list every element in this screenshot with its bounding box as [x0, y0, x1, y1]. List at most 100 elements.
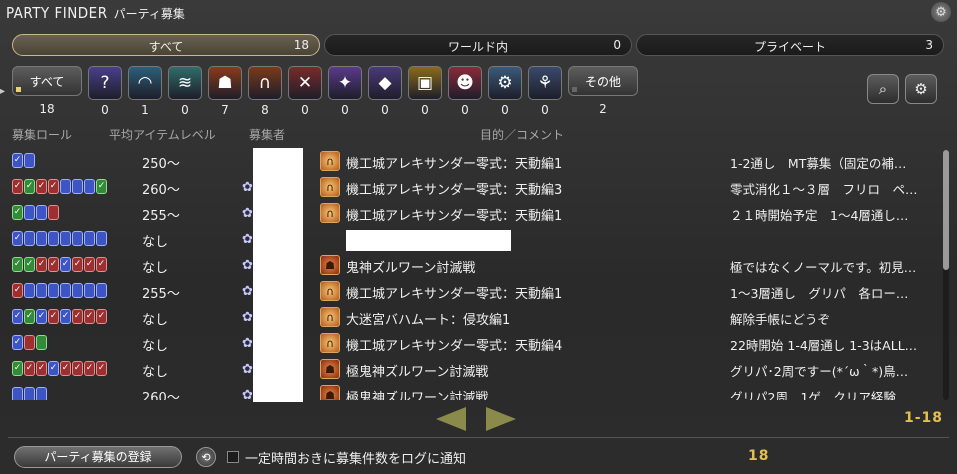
tank-role-icon	[24, 387, 35, 400]
dps-role-icon: ✓	[96, 257, 107, 272]
guildhest-icon: ≋	[168, 66, 202, 100]
tank-role-icon	[24, 153, 35, 168]
filter-dungeon-button[interactable]: ◠ 1	[128, 66, 162, 120]
duty-filter-bar: すべて 18? 0 ◠ 1 ≋ 0 ☗ 7 ∩ 8 ✕ 0 ✦ 0 ◆ 0 ▣ 0 ☻ 0 ⚙ 0 ⚘ 0 その他 2	[12, 66, 638, 120]
tank-role-icon	[24, 283, 35, 298]
role-slots: ✓	[12, 283, 107, 298]
filter-trial-button[interactable]: ☗ 7	[208, 66, 242, 120]
filter-label: その他	[568, 66, 638, 96]
dungeon-icon: ◠	[128, 66, 162, 100]
listing-row[interactable]: ✓ なし ✿ ∩ 機工城アレキサンダー零式：天動編4 22時開始 1-4層通し 1-3はA…	[8, 330, 940, 356]
tab-count: 0	[613, 38, 621, 52]
tab-all[interactable]: すべて 18	[12, 34, 320, 56]
filter-count: 0	[501, 103, 509, 117]
healer-role-icon: ✓	[96, 179, 107, 194]
tank-role-icon	[72, 179, 83, 194]
tab-private[interactable]: プライベート 3	[636, 34, 944, 56]
item-level: 260～	[142, 183, 180, 198]
recruiter-world-icon: ✿	[242, 336, 253, 351]
listing-row[interactable]: ✓ ✓ ✓ ✓ ✓ ✓ ✓ ✓ なし ✿ ☗ 鬼神ズルワーン討滅戦 極ではなくノーマルです。初見…	[8, 252, 940, 278]
close-icon[interactable]: ⚙	[931, 2, 951, 22]
filter-quest-battle-button[interactable]: ✦ 0	[328, 66, 362, 120]
column-role: 募集ロール	[12, 128, 73, 142]
raid-duty-icon: ∩	[320, 307, 340, 327]
tool-buttons: ⌕ ⚙	[867, 74, 937, 104]
unknown-duty-icon: ?	[88, 66, 122, 100]
dps-role-icon: ✓	[12, 179, 23, 194]
list-header: 募集ロール 平均アイテムレベル 募集者 目的／コメント	[12, 126, 942, 142]
role-slots: ✓ ✓ ✓ ✓ ✓ ✓ ✓ ✓	[12, 257, 107, 272]
tank-role-icon	[48, 283, 59, 298]
trial-icon: ☗	[208, 66, 242, 100]
scrollbar-thumb[interactable]	[943, 150, 949, 270]
window-title: PARTY FINDER パーティ募集	[6, 4, 185, 26]
role-slots: ✓	[12, 335, 47, 350]
raid-duty-icon: ∩	[320, 177, 340, 197]
recruiter-world-icon: ✿	[242, 180, 253, 195]
tank-role-icon	[60, 283, 71, 298]
listing-row[interactable]: ✓ ✓ ✓ ✓ ✓ ✓ ✓ ✓ なし ✿ ☗ 極鬼神ズルワーン討滅戦 グリパ･2周ですー(*´ω｀*)鳥…	[8, 356, 940, 382]
filter-guildhest-button[interactable]: ≋ 0	[168, 66, 202, 120]
filter-fate-button[interactable]: ◆ 0	[368, 66, 402, 120]
next-page-icon[interactable]	[486, 407, 516, 431]
tank-role-icon	[84, 231, 95, 246]
total-count: 18	[748, 448, 770, 464]
filter-the-hunt-button[interactable]: ☻ 0	[448, 66, 482, 120]
selected-dot-icon	[16, 87, 21, 92]
filter-other-button[interactable]: その他 2	[568, 66, 638, 120]
dps-role-icon: ✓	[84, 257, 95, 272]
tank-role-icon: ✓	[48, 361, 59, 376]
dps-role-icon: ✓	[84, 309, 95, 324]
tank-role-icon	[12, 387, 23, 400]
register-recruitment-button[interactable]: パーティ募集の登録	[14, 446, 182, 468]
filter-label: すべて	[12, 66, 82, 96]
tab-label: すべて	[148, 40, 184, 54]
listing-row[interactable]: ✓ ✓ ✓ ✓ ✓ ✓ ✓ ✓ なし ✿ ∩ 大迷宮バハムート：侵攻編1 解除手帳にどうぞ	[8, 304, 940, 330]
listing-row[interactable]: ✓ ✓ ✓ ✓ ✓ 260～ ✿ ∩ 機工城アレキサンダー零式：天動編3 零式消化１～３層 フリロ…	[8, 174, 940, 200]
tab-world[interactable]: ワールド内 0	[324, 34, 632, 56]
tank-role-icon: ✓	[12, 231, 23, 246]
treasure-hunt-icon: ▣	[408, 66, 442, 100]
tab-label: ワールド内	[447, 40, 508, 54]
refresh-icon[interactable]: ⟲	[196, 447, 216, 467]
listing-comment: 1～3層通し グリパ 各ロー…	[730, 286, 909, 301]
notify-checkbox[interactable]	[227, 451, 239, 463]
filter-unknown-duty-button[interactable]: ? 0	[88, 66, 122, 120]
role-slots: ✓	[12, 205, 59, 220]
filter-treasure-hunt-button[interactable]: ▣ 0	[408, 66, 442, 120]
listing-row[interactable]: 260～ ✿ ☗ 極鬼神ズルワーン討滅戦 グリパ2周 1ゲ クリア経験…	[8, 382, 940, 400]
role-slots: ✓	[12, 231, 107, 246]
filter-raid-button[interactable]: ∩ 8	[248, 66, 282, 120]
filter-deep-dungeon-button[interactable]: ⚘ 0	[528, 66, 562, 120]
dps-role-icon: ✓	[72, 257, 83, 272]
listing-comment: 解除手帳にどうぞ	[730, 312, 831, 327]
dps-role-icon	[24, 335, 35, 350]
item-level: なし	[142, 261, 169, 276]
raid-duty-icon: ∩	[320, 151, 340, 171]
filter-count: 2	[599, 102, 607, 116]
listing-row[interactable]: ✓ 255～ ✿ ∩ 機工城アレキサンダー零式：天動編1 1～3層通し グリパ 各ロー…	[8, 278, 940, 304]
trial-duty-icon: ☗	[320, 385, 340, 400]
healer-role-icon: ✓	[24, 309, 35, 324]
role-slots: ✓ ✓ ✓ ✓ ✓	[12, 179, 107, 194]
filter-gathering-button[interactable]: ⚙ 0	[488, 66, 522, 120]
role-slots: ✓ ✓ ✓ ✓ ✓ ✓ ✓ ✓	[12, 361, 107, 376]
duty-name: 機工城アレキサンダー零式：天動編1	[346, 157, 563, 172]
settings-icon[interactable]: ⚙	[905, 74, 937, 104]
filter-count: 0	[541, 103, 549, 117]
filter-all-button[interactable]: すべて 18	[12, 66, 82, 120]
prev-page-icon[interactable]	[436, 407, 466, 431]
dps-role-icon: ✓	[36, 257, 47, 272]
raid-duty-icon: ∩	[320, 203, 340, 223]
filter-count: 0	[341, 103, 349, 117]
filter-label-text: すべて	[29, 74, 65, 89]
search-icon[interactable]: ⌕	[867, 74, 899, 104]
filter-pvp-button[interactable]: ✕ 0	[288, 66, 322, 120]
listing-row[interactable]: ✓ 250～ ∩ 機工城アレキサンダー零式：天動編1 1-2通し MT募集（固定の補…	[8, 148, 940, 174]
tab-count: 3	[925, 38, 933, 52]
fate-icon: ◆	[368, 66, 402, 100]
item-level: なし	[142, 235, 169, 250]
trial-duty-icon: ☗	[320, 255, 340, 275]
listing-row[interactable]: ✓ 255～ ✿ ∩ 機工城アレキサンダー零式：天動編1 ２１時開始予定 1～4層通し…	[8, 200, 940, 226]
filter-label-text: その他	[584, 74, 621, 89]
